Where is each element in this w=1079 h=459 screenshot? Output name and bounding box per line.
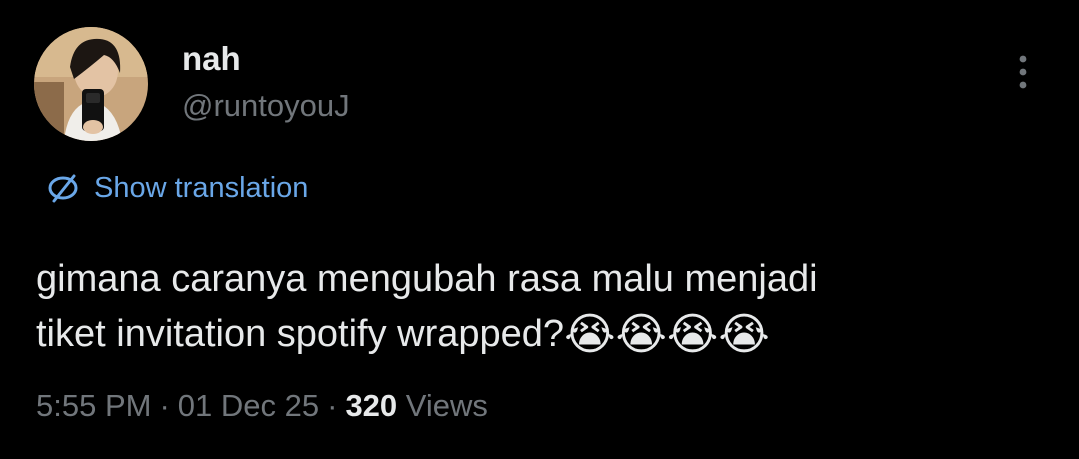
more-vertical-icon[interactable] xyxy=(1008,54,1038,90)
meta-separator: · xyxy=(327,388,338,423)
show-translation-label: Show translation xyxy=(94,172,309,204)
globe-icon xyxy=(44,169,82,207)
tweet-date[interactable]: 01 Dec 25 xyxy=(178,388,319,423)
crying-emoji-group: 😭😭😭😭 xyxy=(564,309,770,360)
meta-separator: · xyxy=(159,388,170,423)
avatar-image xyxy=(34,27,148,141)
display-name[interactable]: nah xyxy=(182,39,241,79)
tweet-meta: 5:55 PM · 01 Dec 25 · 320 Views xyxy=(36,386,488,426)
avatar[interactable] xyxy=(34,27,148,141)
views-label: Views xyxy=(405,388,488,423)
tweet-text: gimana caranya mengubah rasa malu menjad… xyxy=(36,252,1046,362)
show-translation-link[interactable]: Show translation xyxy=(44,168,308,208)
tweet-card: nah @runtoyouJ Show translation gimana c… xyxy=(0,0,1079,459)
tweet-time[interactable]: 5:55 PM xyxy=(36,388,151,423)
views-count: 320 xyxy=(345,388,398,423)
user-handle[interactable]: @runtoyouJ xyxy=(182,87,350,125)
